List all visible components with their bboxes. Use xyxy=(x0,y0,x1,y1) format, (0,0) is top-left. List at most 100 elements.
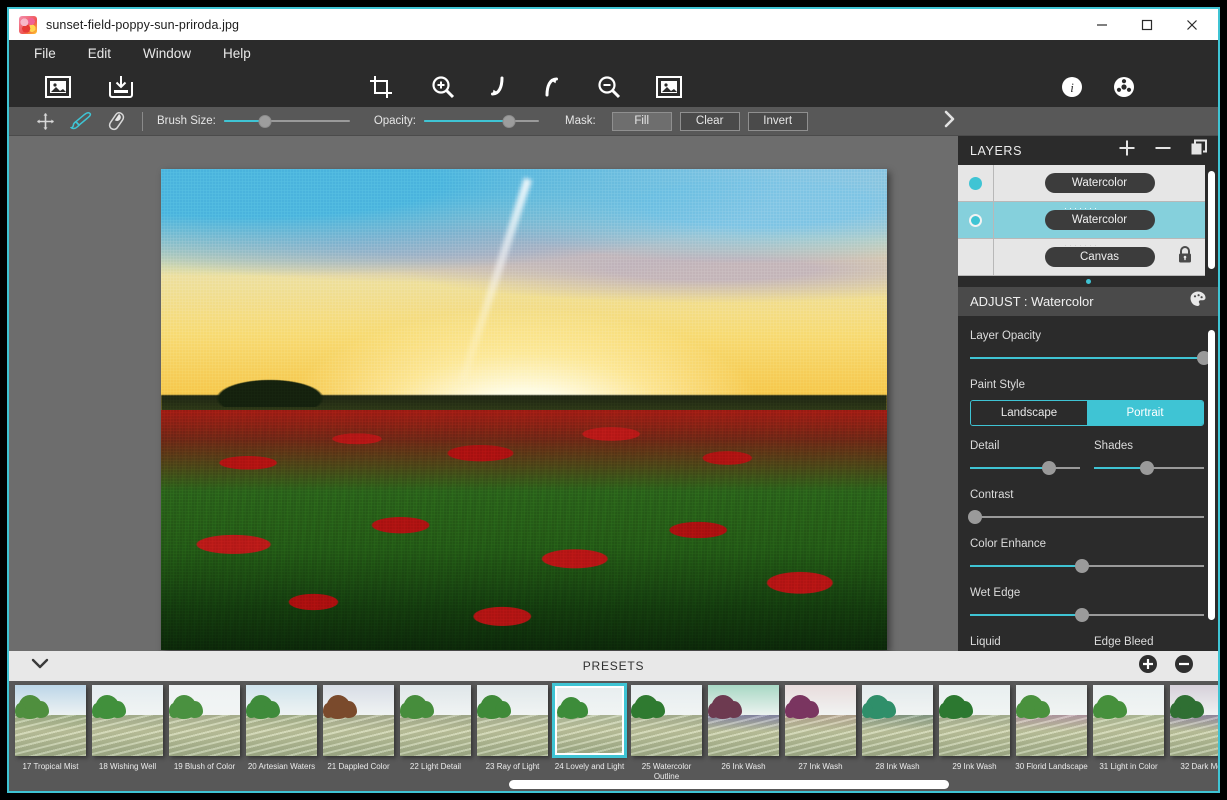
minimize-button[interactable] xyxy=(1079,9,1124,40)
preset-thumbnail[interactable] xyxy=(246,685,317,756)
preset-item[interactable]: 17 Tropical Mist xyxy=(12,681,89,772)
presets-strip[interactable]: 17 Tropical Mist 18 Wishing Well 19 Blush … xyxy=(9,681,1218,791)
layer-row[interactable]: ······· Watercolor xyxy=(958,202,1205,239)
preset-item[interactable]: 20 Artesian Waters xyxy=(243,681,320,772)
paint-style-segmented[interactable]: Landscape Portrait xyxy=(970,400,1204,426)
preset-item[interactable]: 19 Blush of Color xyxy=(166,681,243,772)
canvas-area[interactable] xyxy=(9,136,958,651)
settings-icon[interactable] xyxy=(1113,76,1135,98)
menu-file[interactable]: File xyxy=(18,40,72,67)
menu-help[interactable]: Help xyxy=(207,40,267,67)
opacity-slider[interactable] xyxy=(424,114,539,128)
presets-scrollbar[interactable] xyxy=(509,780,949,789)
preset-label: 31 Light in Color xyxy=(1099,762,1158,771)
chevron-right-icon[interactable] xyxy=(942,110,956,133)
paint-style-portrait[interactable]: Portrait xyxy=(1087,401,1203,425)
preset-label: 23 Ray of Light xyxy=(485,762,540,771)
save-image-icon[interactable] xyxy=(107,75,135,99)
layer-visibility-toggle[interactable] xyxy=(958,176,993,190)
preset-item[interactable]: 25 Watercolor Outline xyxy=(628,681,705,782)
preset-item[interactable]: 22 Light Detail xyxy=(397,681,474,772)
preset-thumbnail[interactable] xyxy=(708,685,779,756)
preset-item[interactable]: 26 Ink Wash xyxy=(705,681,782,772)
layers-scrollbar[interactable] xyxy=(1208,171,1215,269)
close-button[interactable] xyxy=(1169,9,1214,40)
duplicate-layer-icon[interactable] xyxy=(1190,139,1208,162)
adjust-panel[interactable]: Layer Opacity Paint Style Landscape Port… xyxy=(958,316,1218,651)
pager-dot-icon xyxy=(1085,279,1091,284)
menu-edit[interactable]: Edit xyxy=(72,40,127,67)
mask-fill-button[interactable]: Fill xyxy=(611,111,672,131)
add-preset-button[interactable] xyxy=(1138,654,1158,679)
mask-clear-button[interactable]: Clear xyxy=(679,111,740,131)
zoom-out-icon[interactable] xyxy=(597,75,621,99)
preset-item[interactable]: 31 Light in Color xyxy=(1090,681,1167,772)
color-enhance-slider[interactable] xyxy=(970,559,1204,573)
eraser-tool-icon[interactable] xyxy=(99,111,135,131)
artboard-image[interactable] xyxy=(161,169,887,650)
preset-item[interactable]: 23 Ray of Light xyxy=(474,681,551,772)
contrast-slider[interactable] xyxy=(967,510,1204,524)
preset-item[interactable]: 18 Wishing Well xyxy=(89,681,166,772)
preset-thumbnail[interactable] xyxy=(1016,685,1087,756)
palette-icon[interactable] xyxy=(1188,289,1208,314)
preset-item[interactable]: 30 Florid Landscape xyxy=(1013,681,1090,772)
preset-thumbnail[interactable] xyxy=(862,685,933,756)
zoom-in-icon[interactable] xyxy=(431,75,455,99)
layer-name[interactable]: Watercolor xyxy=(1044,210,1155,230)
remove-preset-button[interactable] xyxy=(1174,654,1194,679)
preset-item[interactable]: 24 Lovely and Light xyxy=(551,681,628,772)
preset-item[interactable]: 28 Ink Wash xyxy=(859,681,936,772)
layer-handle-dots[interactable]: ······· xyxy=(1064,204,1099,213)
crop-icon[interactable] xyxy=(369,75,393,99)
layer-opacity-slider[interactable] xyxy=(970,351,1211,365)
preset-thumbnail[interactable] xyxy=(1093,685,1164,756)
adjust-scrollbar[interactable] xyxy=(1208,330,1215,620)
info-icon[interactable]: i xyxy=(1061,76,1083,98)
presets-scroll-track[interactable] xyxy=(9,780,1218,789)
preset-thumbnail[interactable] xyxy=(323,685,394,756)
preset-thumbnail[interactable] xyxy=(15,685,86,756)
preset-item[interactable]: 27 Ink Wash xyxy=(782,681,859,772)
lock-icon[interactable] xyxy=(1177,246,1193,269)
add-layer-button[interactable] xyxy=(1118,139,1136,162)
preset-thumbnail[interactable] xyxy=(169,685,240,756)
preset-item[interactable]: 32 Dark Mood xyxy=(1167,681,1218,772)
preset-thumbnail[interactable] xyxy=(631,685,702,756)
layer-row[interactable]: ······· Canvas xyxy=(958,239,1205,276)
maximize-button[interactable] xyxy=(1124,9,1169,40)
preset-item[interactable]: 29 Ink Wash xyxy=(936,681,1013,772)
preset-thumbnail[interactable] xyxy=(939,685,1010,756)
open-image-icon[interactable] xyxy=(45,76,71,98)
layer-name[interactable]: Canvas xyxy=(1044,247,1155,267)
detail-slider[interactable] xyxy=(970,461,1080,475)
preset-thumbnail[interactable] xyxy=(1170,685,1218,756)
pan-tool-icon[interactable] xyxy=(27,112,63,131)
redo-icon[interactable] xyxy=(542,75,566,99)
control-edge-bleed: Edge Bleed xyxy=(1094,636,1204,651)
preset-thumbnail[interactable] xyxy=(400,685,471,756)
undo-icon[interactable] xyxy=(483,75,507,99)
paint-style-landscape[interactable]: Landscape xyxy=(971,401,1087,425)
preset-thumbnail[interactable] xyxy=(477,685,548,756)
brush-size-slider[interactable] xyxy=(223,114,350,128)
wet-edge-slider[interactable] xyxy=(970,608,1204,622)
shades-slider[interactable] xyxy=(1094,461,1204,475)
control-label: Color Enhance xyxy=(970,538,1047,550)
brush-tool-icon[interactable] xyxy=(63,111,99,131)
preset-thumbnail[interactable] xyxy=(785,685,856,756)
layers-list[interactable]: Watercolor ······· Watercolor ······· Ca… xyxy=(958,165,1218,276)
mask-invert-button[interactable]: Invert xyxy=(747,111,808,131)
layer-row[interactable]: Watercolor xyxy=(958,165,1205,202)
control-label: Contrast xyxy=(970,489,1014,501)
preset-item[interactable]: 21 Dappled Color xyxy=(320,681,397,772)
layer-visibility-toggle[interactable] xyxy=(958,213,993,227)
artwork-paper-texture xyxy=(161,169,887,650)
layer-handle-dots[interactable]: ······· xyxy=(1064,241,1099,250)
preset-thumbnail[interactable] xyxy=(92,685,163,756)
fit-image-icon[interactable] xyxy=(656,76,682,98)
layer-name[interactable]: Watercolor xyxy=(1044,173,1155,193)
menu-window[interactable]: Window xyxy=(127,40,207,67)
remove-layer-button[interactable] xyxy=(1154,139,1172,162)
preset-thumbnail[interactable] xyxy=(552,683,627,758)
